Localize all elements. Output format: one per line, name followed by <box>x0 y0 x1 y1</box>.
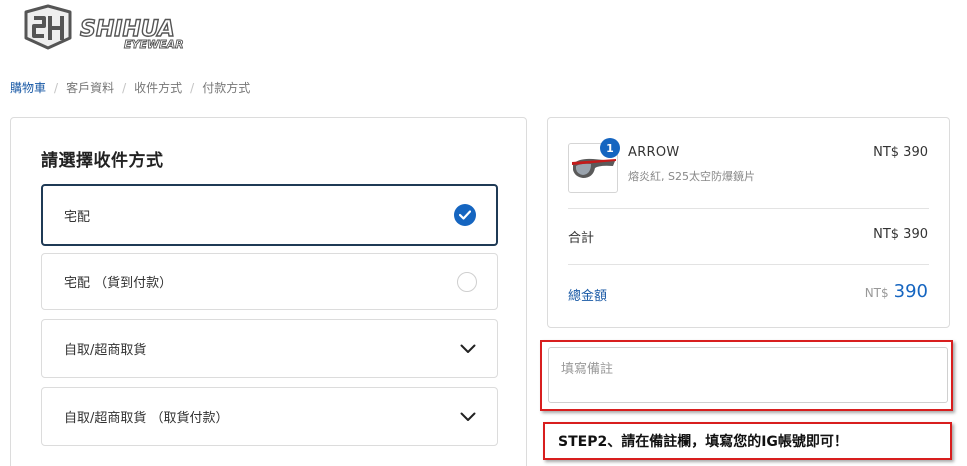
annotation-callout: STEP2、請在備註欄，填寫您的IG帳號即可！ <box>543 422 952 460</box>
quantity-badge: 1 <box>600 138 620 158</box>
shipping-option-home-delivery[interactable]: 宅配 <box>41 184 498 246</box>
svg-text:EYEWEAR: EYEWEAR <box>124 38 184 51</box>
breadcrumb-cart[interactable]: 購物車 <box>10 79 46 96</box>
divider <box>568 264 929 265</box>
shipping-option-pickup-store-cod[interactable]: 自取/超商取貨 （取貨付款） <box>41 387 498 446</box>
shipping-option-pickup-store[interactable]: 自取/超商取貨 <box>41 319 498 378</box>
total-currency: NT$ <box>864 286 889 300</box>
breadcrumb-separator: / <box>54 80 59 95</box>
breadcrumb-separator: / <box>122 80 127 95</box>
total-amount: 390 <box>893 281 928 302</box>
option-label: 自取/超商取貨 （取貨付款） <box>64 411 229 426</box>
annotation-text: STEP2、請在備註欄，填寫您的IG帳號即可！ <box>558 434 848 450</box>
chevron-down-icon[interactable] <box>459 411 477 423</box>
breadcrumb-shipping-method: 收件方式 <box>134 81 183 95</box>
shipping-option-home-delivery-cod[interactable]: 宅配 （貨到付款） <box>41 253 498 310</box>
check-circle-icon <box>454 204 476 226</box>
breadcrumb-customer-info: 客戶資料 <box>66 81 115 95</box>
product-variant: 熔炎紅, S25太空防爆鏡片 <box>628 170 755 183</box>
product-price: NT$ 390 <box>873 145 928 160</box>
chevron-down-icon[interactable] <box>459 343 477 355</box>
radio-icon[interactable] <box>457 271 477 292</box>
shipping-method-card: 請選擇收件方式 宅配 宅配 （貨到付款） 自取/超商取貨 自取/超商取貨 （取貨… <box>10 117 527 466</box>
subtotal-label: 合計 <box>568 231 595 246</box>
divider <box>568 208 929 209</box>
total-label: 總金額 <box>568 289 608 304</box>
total-value: NT$ 390 <box>865 281 928 302</box>
product-name: ARROW <box>628 145 680 160</box>
option-label: 宅配 <box>64 209 91 225</box>
order-summary-card: 1 ARROW 熔炎紅, S25太空防爆鏡片 NT$ 390 合計 NT$ 39… <box>547 117 950 328</box>
breadcrumb-payment-method: 付款方式 <box>202 81 251 95</box>
checkout-page: SHIHUA EYEWEAR 購物車 / 客戶資料 / 收件方式 / 付款方式 … <box>0 0 967 466</box>
shipping-method-title: 請選擇收件方式 <box>41 151 164 171</box>
breadcrumb-separator: / <box>190 80 195 95</box>
subtotal-value: NT$ 390 <box>873 227 928 242</box>
remarks-input[interactable] <box>548 347 948 403</box>
breadcrumb: 購物車 / 客戶資料 / 收件方式 / 付款方式 <box>10 79 250 96</box>
option-label: 自取/超商取貨 <box>64 343 147 358</box>
option-label: 宅配 （貨到付款） <box>64 276 173 291</box>
shihua-eyewear-logo[interactable]: SHIHUA EYEWEAR <box>18 4 198 56</box>
